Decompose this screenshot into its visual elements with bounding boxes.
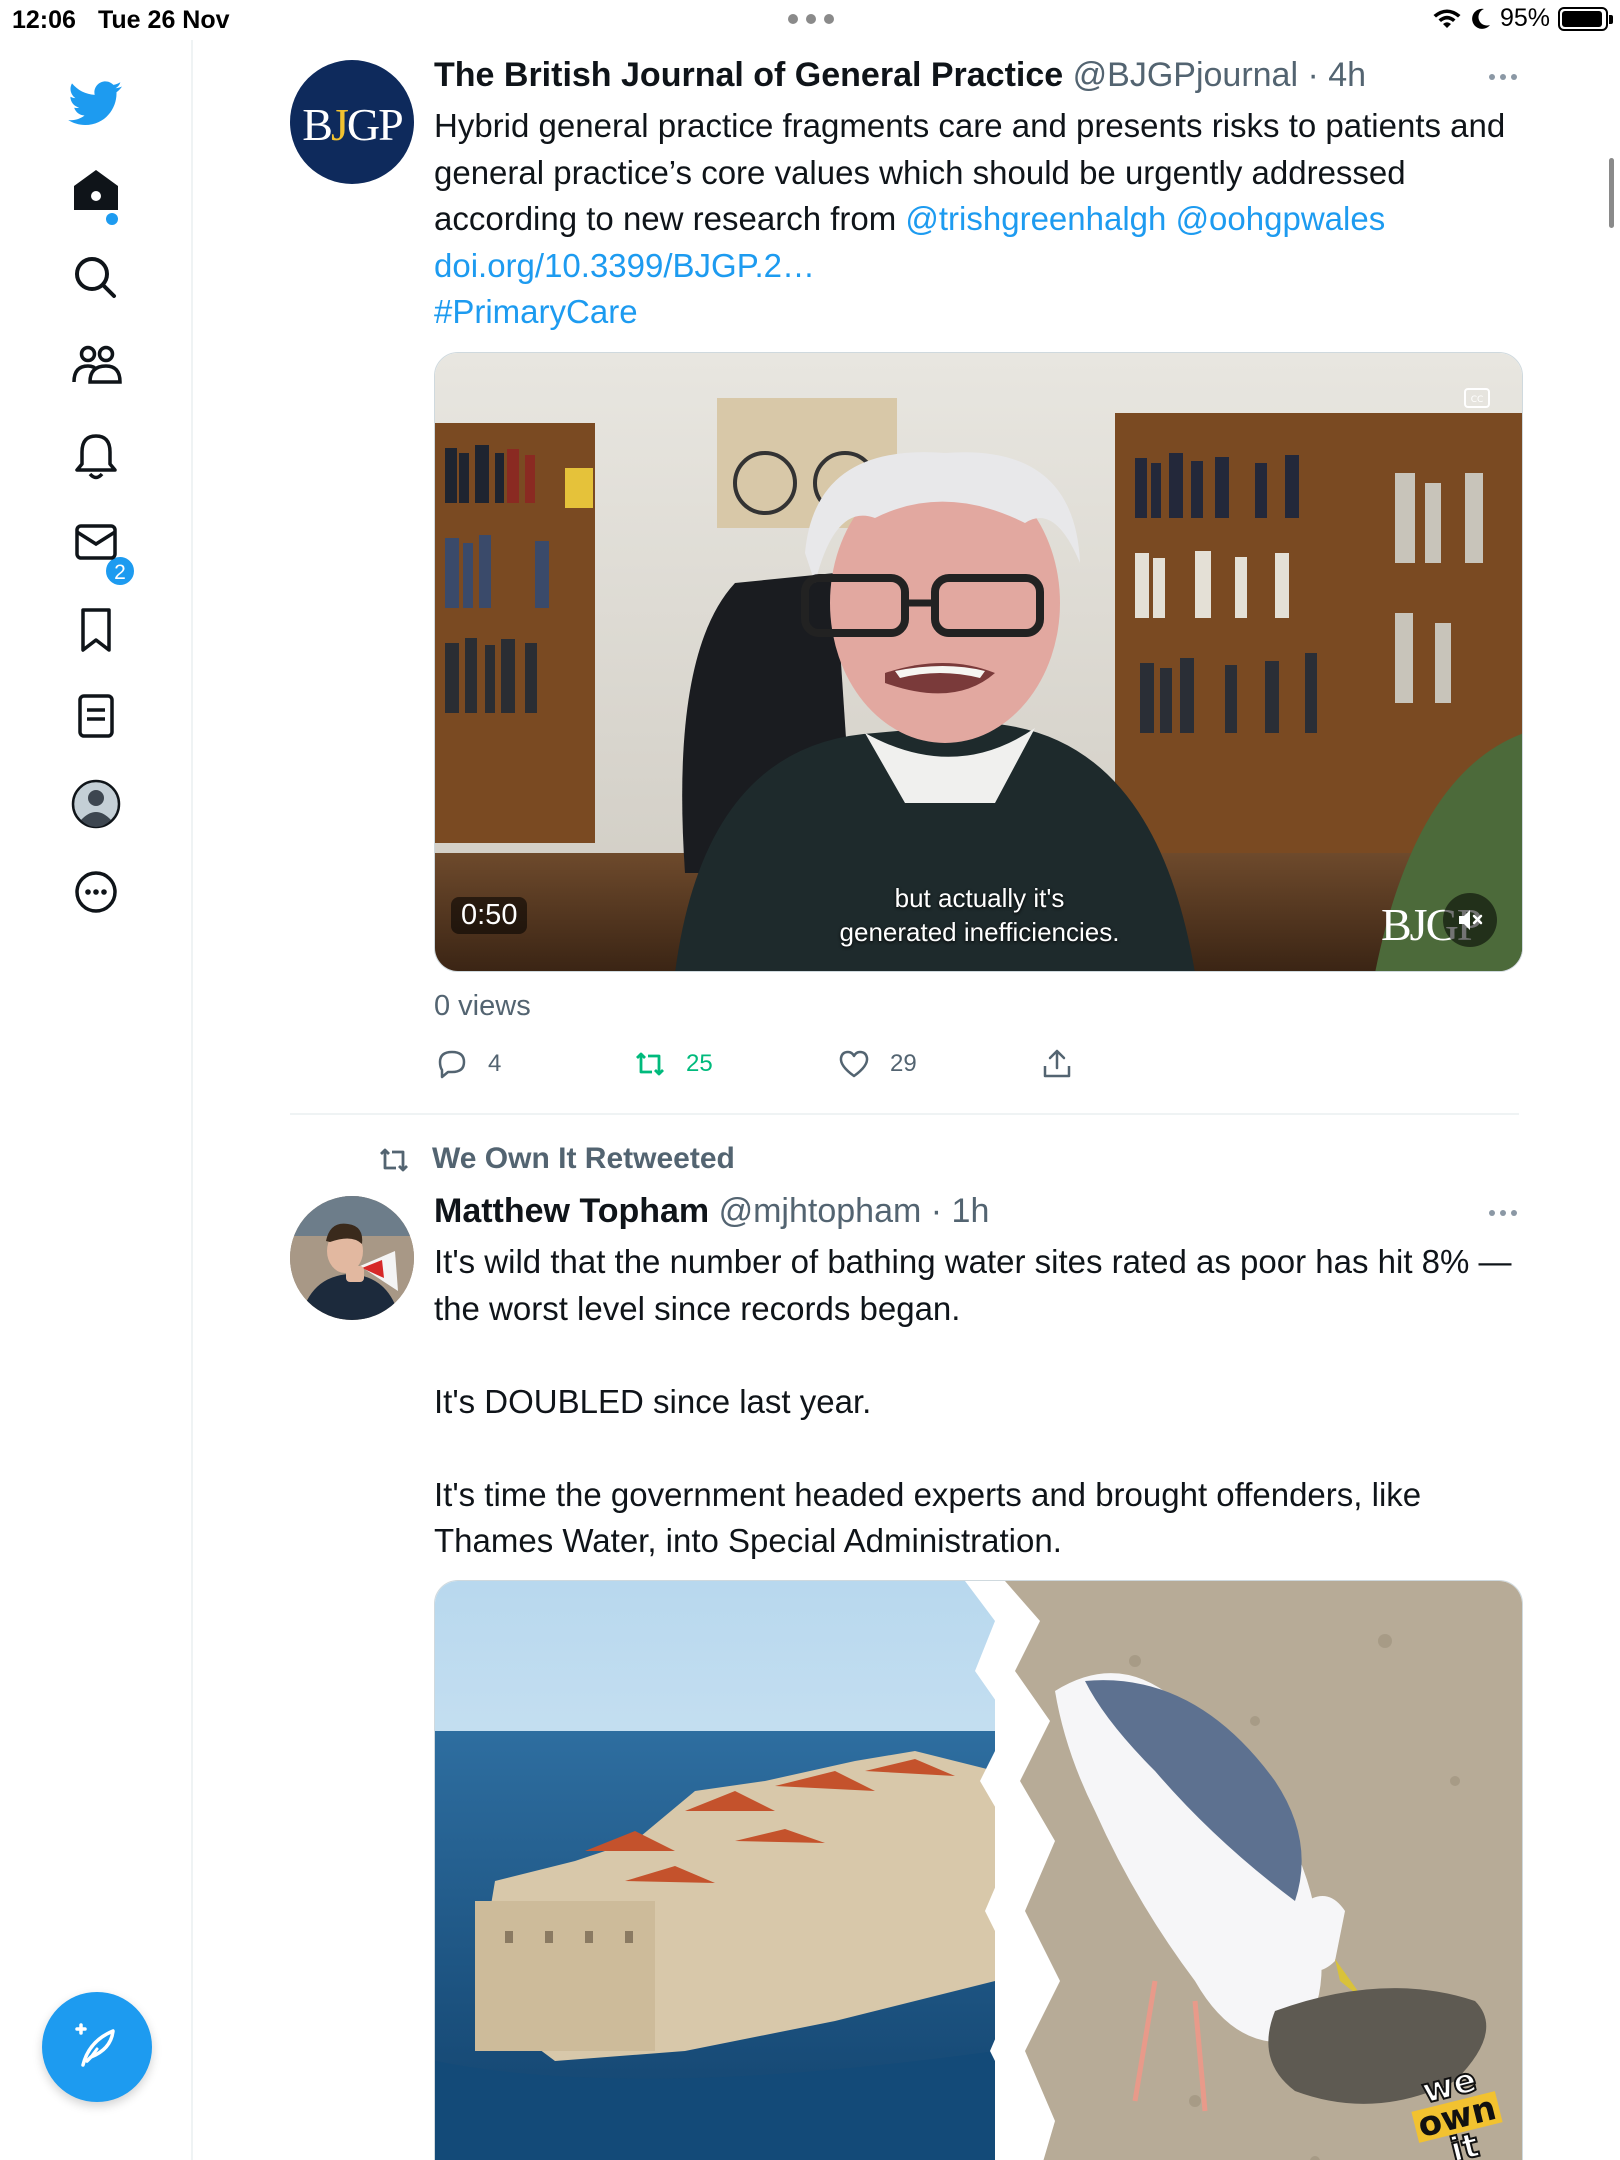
reply-button[interactable]: 4 — [434, 1046, 501, 1082]
profile-photo — [290, 1196, 414, 1320]
moon-icon — [1472, 8, 1490, 29]
hashtag-link[interactable]: #PrimaryCare — [434, 293, 638, 330]
sidebar: 2 — [0, 40, 193, 2160]
author-handle[interactable]: @BJGPjournal — [1073, 56, 1298, 94]
bookmarks-icon[interactable] — [54, 588, 138, 672]
status-date: Tue 26 Nov — [98, 6, 230, 34]
tweet-time: · 1h — [930, 1192, 990, 1230]
captions-icon[interactable]: CC — [1462, 383, 1492, 413]
battery-icon — [1558, 6, 1613, 31]
more-options-icon[interactable] — [54, 850, 138, 934]
search-icon[interactable] — [54, 236, 138, 320]
tweet-time: · 4h — [1307, 56, 1367, 94]
tweet-paragraph: It's wild that the number of bathing wat… — [434, 1243, 1512, 1327]
battery-percent: 95% — [1499, 4, 1550, 32]
author-name[interactable]: Matthew Topham — [434, 1192, 709, 1230]
mute-button[interactable] — [1443, 893, 1497, 947]
timeline[interactable]: BJGP The British Journal of General Prac… — [193, 40, 1620, 2160]
share-icon — [1043, 1049, 1071, 1078]
tweet-divider — [290, 1113, 1519, 1115]
tweet-text: Hybrid general practice fragments care a… — [434, 103, 1534, 336]
author-handle[interactable]: @mjhtopham — [719, 1192, 922, 1230]
retweeted-by: We Own It Retweeted — [432, 1142, 735, 1175]
compose-feather-icon — [75, 2023, 115, 2067]
dubrovnik-and-seagull-image — [435, 1581, 1522, 2160]
messages-mail-icon[interactable] — [54, 500, 138, 584]
multitasking-dots-icon[interactable] — [788, 14, 834, 24]
like-button[interactable]: 29 — [836, 1046, 917, 1082]
speaker-muted-icon — [1459, 910, 1483, 930]
tweet-image[interactable]: we own it — [434, 1580, 1523, 2160]
video-subtitle: but actually it's generated inefficienci… — [435, 881, 1522, 949]
wifi-icon — [1433, 9, 1461, 28]
subtitle-line: generated inefficiencies. — [839, 917, 1120, 947]
tweet-text: It's wild that the number of bathing wat… — [434, 1239, 1534, 1565]
twitter-logo-icon[interactable] — [54, 62, 138, 146]
tweet-header: The British Journal of General Practice … — [434, 56, 1366, 95]
communities-icon[interactable] — [54, 324, 138, 408]
tweet-more-menu-icon[interactable] — [1489, 74, 1517, 80]
tweet-views: 0 views — [434, 990, 531, 1022]
doi-link[interactable]: doi.org/10.3399/BJGP.2… — [434, 247, 815, 284]
svg-text:CC: CC — [1471, 395, 1484, 405]
profile-avatar-icon[interactable] — [54, 762, 138, 846]
retweet-icon — [380, 1148, 408, 1172]
mention-link[interactable]: @trishgreenhalgh — [905, 200, 1166, 237]
tweet-header: Matthew Topham @mjhtopham · 1h — [434, 1192, 989, 1231]
scrollbar-thumb[interactable] — [1609, 158, 1614, 228]
like-count: 29 — [890, 1050, 917, 1077]
heart-icon — [839, 1050, 869, 1078]
author-name[interactable]: The British Journal of General Practice — [434, 56, 1063, 94]
reply-count: 4 — [488, 1050, 502, 1077]
tweet-video[interactable]: CC 0:50 but actually it's generated inef… — [434, 352, 1523, 972]
matthew-topham-avatar[interactable] — [290, 1196, 414, 1320]
home-unread-dot — [106, 213, 118, 225]
retweet-icon — [636, 1052, 664, 1076]
status-bar: 12:06 Tue 26 Nov 95% — [0, 0, 1620, 40]
mention-link[interactable]: @oohgpwales — [1176, 200, 1386, 237]
retweet-count: 25 — [686, 1050, 713, 1077]
home-icon[interactable] — [54, 148, 138, 232]
status-time: 12:06 — [12, 6, 76, 34]
lists-icon[interactable] — [54, 674, 138, 758]
tweet-paragraph: It's DOUBLED since last year. — [434, 1382, 872, 1420]
notifications-bell-icon[interactable] — [54, 414, 138, 498]
share-button[interactable] — [1039, 1046, 1075, 1082]
bjgp-avatar-logo: BJGP — [302, 99, 403, 150]
tweet-paragraph: It's time the government headed experts … — [434, 1475, 1422, 1560]
subtitle-line: but actually it's — [894, 883, 1065, 913]
retweet-button[interactable]: 25 — [632, 1046, 713, 1082]
compose-tweet-button[interactable] — [42, 1992, 152, 2102]
retweet-context[interactable]: We Own It Retweeted — [376, 1142, 735, 1178]
tweet-more-menu-icon[interactable] — [1489, 1210, 1517, 1216]
video-frame-image — [435, 353, 1522, 971]
reply-icon — [438, 1050, 466, 1079]
bjgp-avatar[interactable]: BJGP — [290, 60, 414, 184]
